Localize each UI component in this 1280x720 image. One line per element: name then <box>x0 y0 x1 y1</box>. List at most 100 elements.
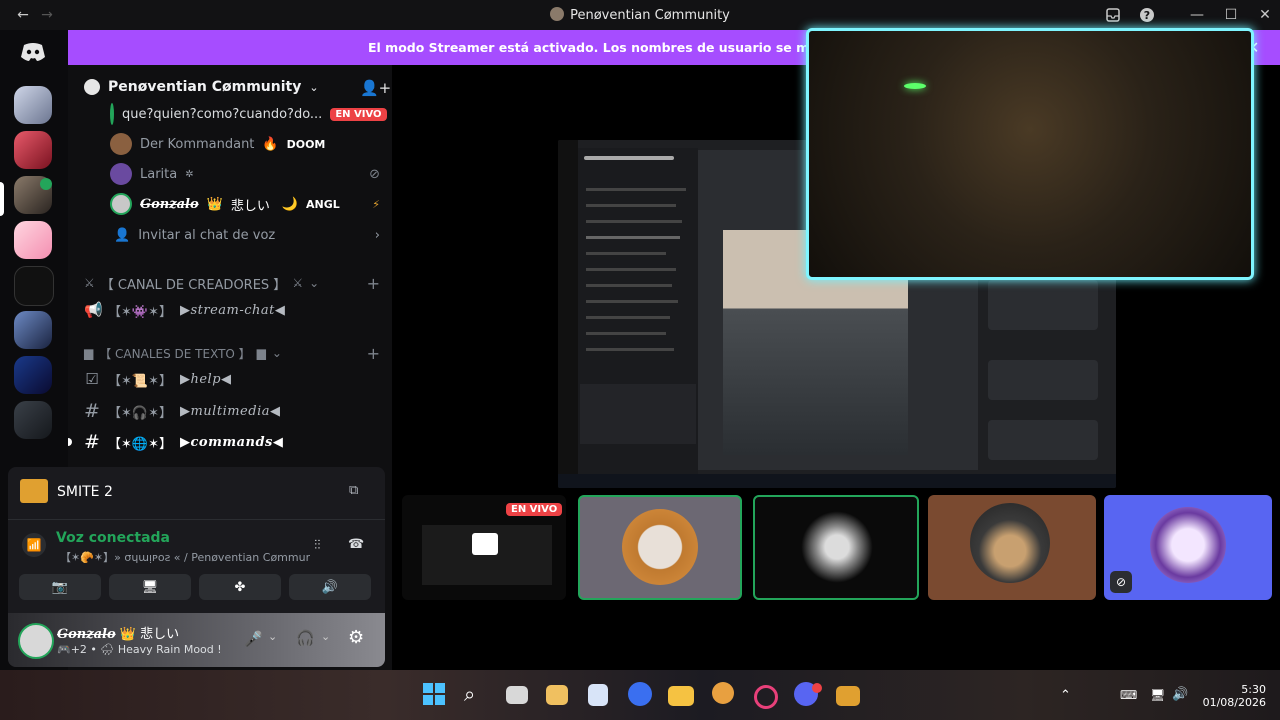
chevron-down-icon[interactable]: ⌄ <box>268 630 277 643</box>
notification-dot <box>812 683 822 693</box>
keyboard-icon[interactable]: ⌨ <box>1120 688 1137 702</box>
voice-member-3[interactable]: Larita ✲ ⊘ <box>110 161 380 187</box>
user-avatar[interactable] <box>18 623 54 659</box>
search-icon[interactable]: ⌕ <box>464 682 490 708</box>
server-icon-6[interactable] <box>14 311 52 349</box>
task-view-icon[interactable] <box>506 686 528 704</box>
user-suffix: 悲しい <box>140 627 180 642</box>
avatar <box>110 133 132 155</box>
inner-channel-list <box>578 148 698 478</box>
microphone-icon[interactable]: 🎤 <box>244 630 263 648</box>
category-creators[interactable]: ⚔ 【 CANAL DE CREADORES 】 ⚔ ⌄ + <box>84 274 380 293</box>
inner-server-name <box>584 156 674 160</box>
help-icon[interactable]: ? <box>1132 0 1162 30</box>
game-name: SMITE 2 <box>57 484 113 500</box>
file-explorer-icon[interactable] <box>668 686 694 706</box>
screen-share-button[interactable]: 🖥 <box>109 574 191 600</box>
inner-line <box>586 348 674 351</box>
inner-embed <box>988 360 1098 400</box>
invite-to-voice[interactable]: 👤 Invitar al chat de voz › <box>114 222 380 248</box>
avatar <box>110 103 114 125</box>
voice-channel-name[interactable]: 【✶🥐✶】» σɥɯᴉᴘᴏƨ « / Penøventian Cømmun... <box>60 549 310 565</box>
game-launcher-icon[interactable] <box>712 682 734 704</box>
server-name: Penøventian Cømmunity <box>108 79 302 95</box>
activities-button[interactable]: ✤ <box>199 574 281 600</box>
soundboard-icon: 🔊 <box>321 579 339 595</box>
user-name-row[interactable]: Gonzalo 👑 悲しい <box>57 623 179 642</box>
server-icon-5[interactable] <box>14 266 54 306</box>
category-label: 【 CANAL DE CREADORES 】 <box>100 277 287 293</box>
browser-icon[interactable] <box>754 685 778 709</box>
server-icon-2[interactable] <box>14 131 52 169</box>
activity-label: DOOM <box>286 137 326 151</box>
participant-tile-3[interactable] <box>928 495 1096 600</box>
screen-share-icon[interactable]: ⧉ <box>349 483 358 498</box>
bookmark-icon: ▆ <box>84 346 94 360</box>
volume-icon[interactable]: 🔊 <box>1172 687 1188 702</box>
participant-tile-stream[interactable]: EN VIVO <box>402 495 566 600</box>
tray-chevron-icon[interactable]: ⌃ <box>1060 688 1071 703</box>
inner-taskbar <box>558 474 1116 488</box>
inner-server-rail <box>558 140 578 488</box>
voice-member-2[interactable]: Der Kommandant 🔥 DOOM <box>110 131 325 157</box>
participant-avatar <box>970 503 1050 583</box>
participant-tile-4[interactable]: ⊘ <box>1104 495 1272 600</box>
channel-name: ▶commands◀ <box>179 434 284 450</box>
participant-avatar <box>1150 507 1226 583</box>
server-boost-icon <box>84 79 100 95</box>
minimize-icon[interactable]: — <box>1182 0 1212 30</box>
voice-member-4[interactable]: Gonzalo 👑 悲しい 🌙 ANGL ⚡ <box>110 191 380 217</box>
add-channel-icon[interactable]: + <box>367 274 380 293</box>
maximize-icon[interactable]: ☐ <box>1216 0 1246 30</box>
channel-help[interactable]: ☑ 【✶📜✶】 ▶help◀ <box>84 366 232 392</box>
hash-icon: # <box>84 431 100 453</box>
camera-off-button[interactable]: 📷 <box>19 574 101 600</box>
headphones-icon[interactable]: 🎧 <box>296 629 315 647</box>
discord-logo-icon[interactable] <box>20 42 46 66</box>
inner-embed <box>988 420 1098 460</box>
channel-stream-chat[interactable]: 📢 【✶👾✶】 ▶stream-chat◀ <box>84 297 285 323</box>
server-icon-4[interactable] <box>14 221 52 259</box>
windows-start-icon[interactable] <box>422 682 448 708</box>
settings-gear-icon[interactable]: ⚙ <box>348 627 364 648</box>
swords-icon: ⚔ <box>292 276 304 290</box>
chevron-down-icon[interactable]: ⌄ <box>321 630 330 643</box>
screen-icon <box>472 533 498 555</box>
announcement-icon: 📢 <box>84 301 103 319</box>
camera-stream[interactable] <box>806 28 1254 280</box>
add-person-icon: 👤 <box>114 227 131 243</box>
soundboard-button[interactable]: 🔊 <box>289 574 371 600</box>
inner-line <box>586 332 666 335</box>
voice-member-1[interactable]: que?quien?como?cuando?do... EN VIVO <box>110 101 387 127</box>
chat-icon[interactable] <box>628 682 652 706</box>
screen-icon: 🖥 <box>141 579 159 595</box>
smite-game-icon <box>20 479 48 503</box>
swords-icon: ⚔ <box>84 276 95 290</box>
server-icon-7[interactable] <box>14 356 52 394</box>
clock[interactable]: 5:30 01/08/2026 <box>1196 683 1266 709</box>
server-icon-8[interactable] <box>14 401 52 439</box>
inbox-icon[interactable] <box>1098 0 1128 30</box>
add-channel-icon[interactable]: + <box>367 344 380 363</box>
inner-messages <box>978 270 1116 470</box>
server-icon-1[interactable] <box>14 86 52 124</box>
add-member-icon[interactable]: 👤+ <box>360 79 391 97</box>
smite-taskbar-icon[interactable] <box>836 686 860 706</box>
inner-voice-panel <box>580 384 696 444</box>
channel-commands[interactable]: # 【✶🌐✶】 ▶commands◀ <box>84 429 283 455</box>
game-icon: 🔥 <box>262 136 279 152</box>
avatar <box>110 163 132 185</box>
server-header[interactable]: Penøventian Cømmunity ⌄ <box>84 79 319 95</box>
category-text[interactable]: ▆ 【 CANALES DE TEXTO 】 ▆ ⌄ + <box>84 344 380 363</box>
activity-icon: ✤ <box>234 579 246 595</box>
participant-tile-2[interactable] <box>753 495 919 600</box>
participant-tile-1[interactable] <box>578 495 742 600</box>
disconnect-icon[interactable]: ☎ <box>348 537 364 552</box>
hash-icon: # <box>84 400 100 422</box>
close-icon[interactable]: ✕ <box>1250 0 1280 30</box>
notes-icon[interactable] <box>546 685 568 705</box>
network-icon[interactable]: 🖥 <box>1150 688 1165 702</box>
noise-suppression-icon[interactable]: ⫶⫶ <box>314 538 321 553</box>
calculator-icon[interactable] <box>588 684 608 706</box>
channel-multimedia[interactable]: # 【✶🎧✶】 ▶multimedia◀ <box>84 398 280 424</box>
